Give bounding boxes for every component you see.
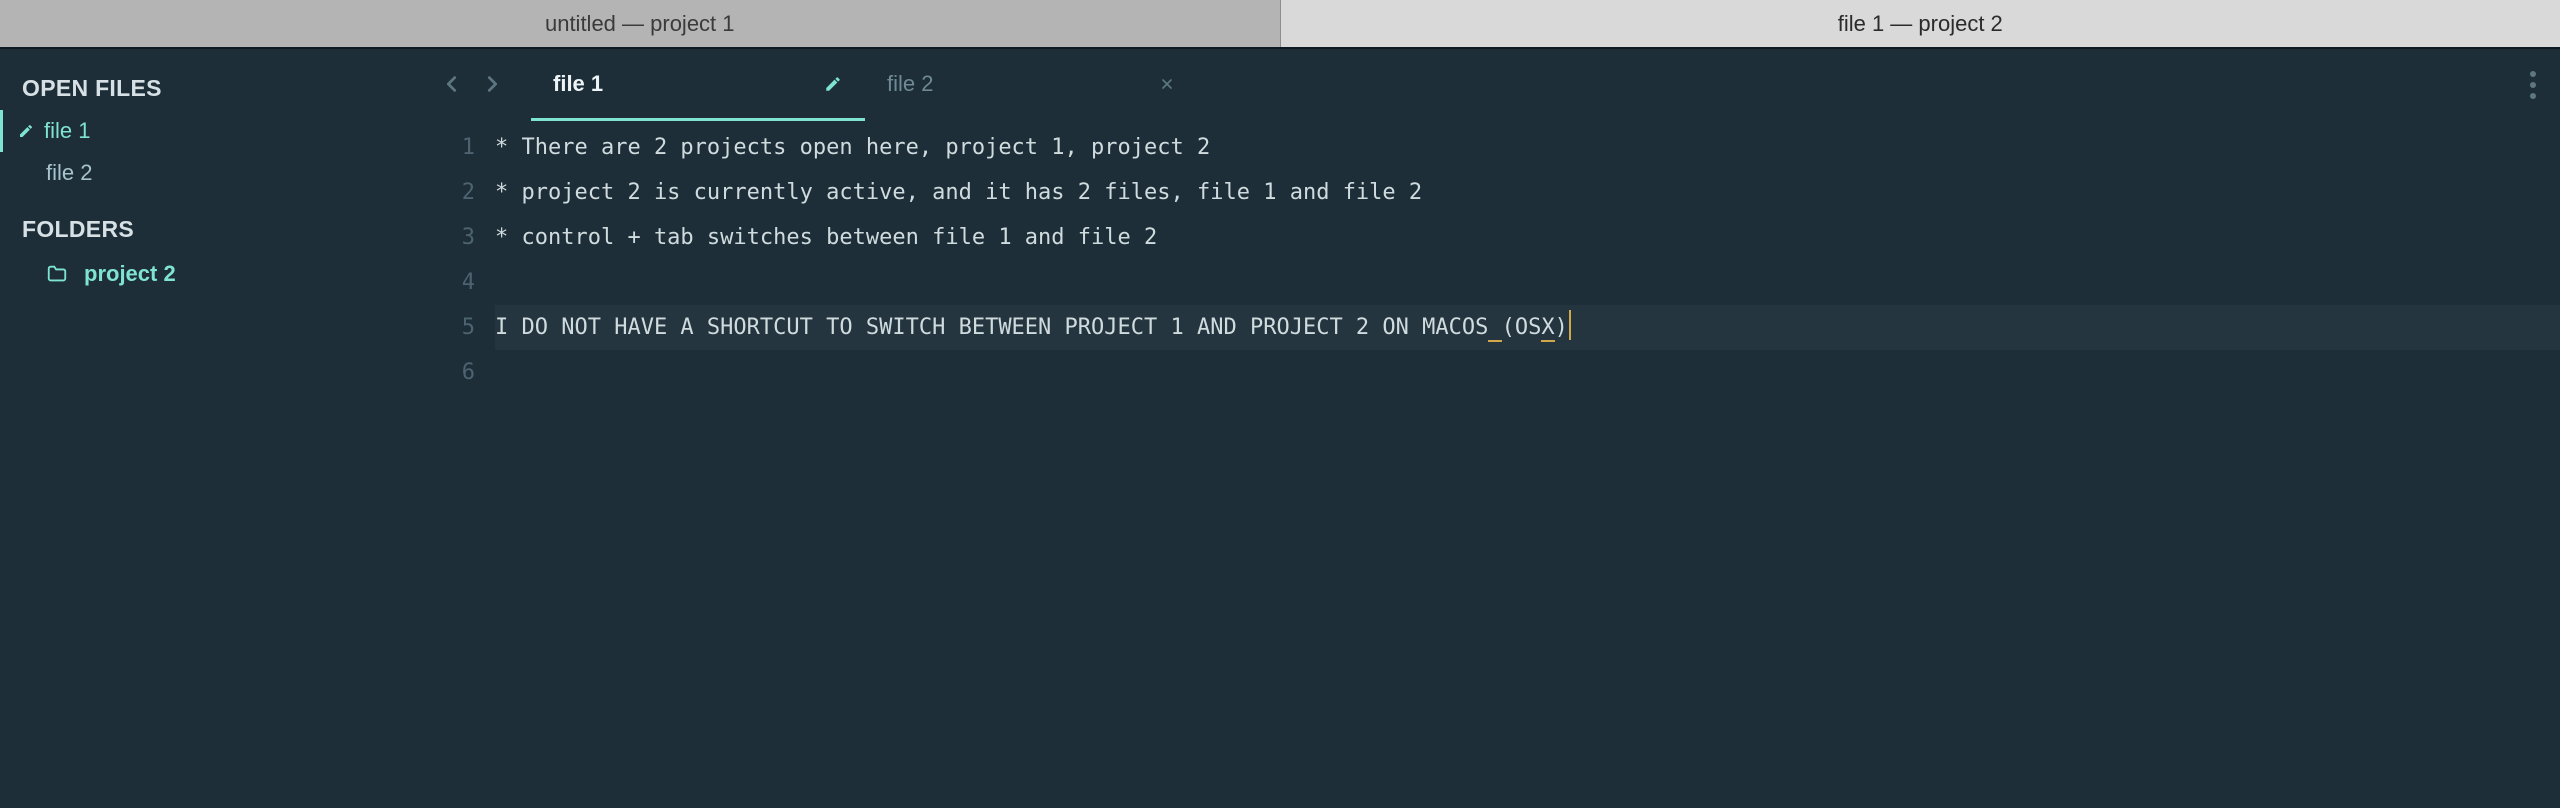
sidebar: OPEN FILES file 1 file 2 FOLDERS project…: [0, 49, 417, 808]
code-line[interactable]: I DO NOT HAVE A SHORTCUT TO SWITCH BETWE…: [495, 305, 2560, 350]
folders-header: FOLDERS: [0, 208, 417, 251]
project-tab-1-label: untitled — project 1: [545, 11, 735, 37]
code-line[interactable]: [495, 350, 2560, 395]
file-tab-2-label: file 2: [887, 71, 933, 97]
nav-forward-icon[interactable]: [481, 73, 503, 95]
pencil-icon: [18, 123, 34, 139]
line-number: 1: [417, 125, 495, 170]
code-line[interactable]: [495, 260, 2560, 305]
open-files-header: OPEN FILES: [0, 67, 417, 110]
open-file-1-label: file 1: [44, 118, 90, 144]
nav-back-icon[interactable]: [441, 73, 463, 95]
line-number-gutter: 123456: [417, 125, 495, 808]
project-tab-1[interactable]: untitled — project 1: [0, 0, 1281, 47]
file-tab-bar: file 1 file 2: [417, 49, 2560, 119]
folder-1-label: project 2: [84, 261, 176, 287]
open-file-item-2[interactable]: file 2: [0, 152, 417, 194]
line-number: 5: [417, 305, 495, 350]
pencil-icon: [823, 74, 843, 94]
project-tab-2[interactable]: file 1 — project 2: [1281, 0, 2560, 47]
open-file-2-label: file 2: [46, 160, 92, 186]
code-line[interactable]: * There are 2 projects open here, projec…: [495, 125, 2560, 170]
folder-item-1[interactable]: project 2: [0, 251, 417, 297]
line-number: 4: [417, 260, 495, 305]
open-file-item-1[interactable]: file 1: [0, 110, 417, 152]
code-lines[interactable]: * There are 2 projects open here, projec…: [495, 125, 2560, 808]
code-line[interactable]: * project 2 is currently active, and it …: [495, 170, 2560, 215]
code-area[interactable]: 123456 * There are 2 projects open here,…: [417, 119, 2560, 808]
file-tab-2[interactable]: file 2: [865, 49, 1199, 119]
line-number: 2: [417, 170, 495, 215]
project-tab-2-label: file 1 — project 2: [1838, 11, 2003, 37]
editor-pane: file 1 file 2 123456 * There are 2 proje…: [417, 49, 2560, 808]
more-menu-icon[interactable]: [2530, 71, 2536, 99]
line-number: 3: [417, 215, 495, 260]
code-line[interactable]: * control + tab switches between file 1 …: [495, 215, 2560, 260]
close-icon[interactable]: [1157, 74, 1177, 94]
folder-icon: [44, 263, 70, 285]
file-tab-1[interactable]: file 1: [531, 49, 865, 119]
line-number: 6: [417, 350, 495, 395]
file-tab-1-label: file 1: [553, 71, 603, 97]
text-caret: [1569, 310, 1571, 340]
project-tab-bar: untitled — project 1 file 1 — project 2: [0, 0, 2560, 47]
